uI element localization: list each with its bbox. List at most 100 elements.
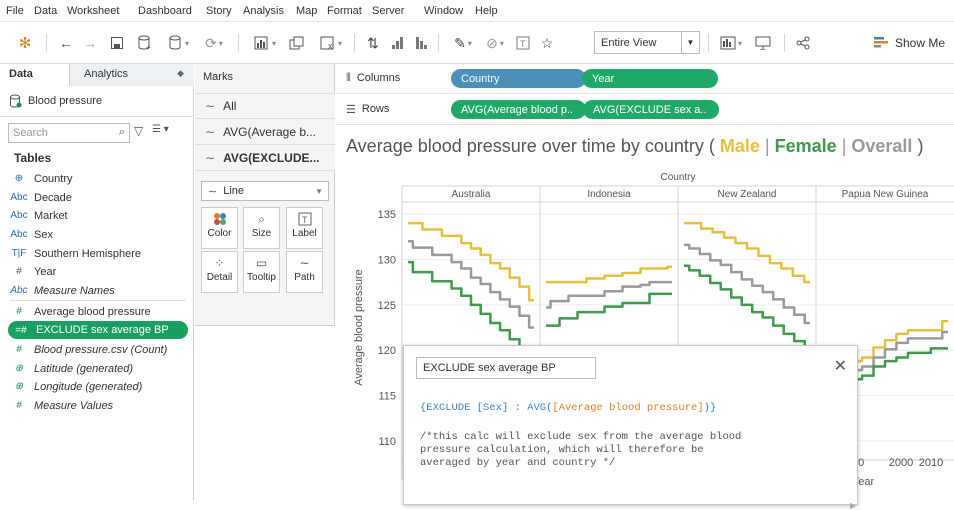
rows-shelf[interactable]: ☰ Rows AVG(Average blood p.. AVG(EXCLUDE … bbox=[336, 95, 954, 125]
size-button[interactable]: ⌕ Size bbox=[243, 207, 280, 249]
share-icon[interactable] bbox=[792, 32, 814, 54]
series-line-male bbox=[408, 221, 534, 302]
calc-formula[interactable]: {EXCLUDE [Sex] : AVG([Average blood pres… bbox=[420, 402, 716, 414]
menu-analysis[interactable]: Analysis bbox=[243, 5, 284, 17]
duplicate-icon[interactable] bbox=[286, 32, 308, 54]
view-options-icon[interactable]: ☰ ▾ bbox=[152, 124, 169, 135]
swap-icon[interactable]: ⇅ bbox=[362, 32, 384, 54]
field-measure-values[interactable]: # Measure Values bbox=[10, 397, 113, 414]
menu-server[interactable]: Server bbox=[372, 5, 404, 17]
field-country[interactable]: ⊕ Country bbox=[10, 170, 73, 187]
calc-hash-icon: =# bbox=[15, 324, 27, 336]
tab-analytics[interactable]: Analytics ◆ bbox=[70, 64, 194, 86]
tab-data[interactable]: Data bbox=[0, 64, 70, 86]
refresh-icon[interactable]: ⟳ ▾ bbox=[198, 32, 230, 54]
field-southern-hemisphere[interactable]: T|F Southern Hemisphere bbox=[10, 245, 141, 262]
hash-icon: # bbox=[16, 400, 22, 411]
menu-story[interactable]: Story bbox=[206, 5, 232, 17]
highlight-icon[interactable]: ✎ ▾ bbox=[448, 32, 478, 54]
menu-format[interactable]: Format bbox=[327, 5, 362, 17]
calculation-dialog[interactable]: EXCLUDE sex average BP ✕ {EXCLUDE [Sex] … bbox=[403, 345, 858, 510]
mark-type-dropdown[interactable]: ∼ Line ▼ bbox=[201, 181, 329, 201]
pause-updates-icon[interactable]: ▾ bbox=[164, 32, 194, 54]
rows-pill-avg-bp[interactable]: AVG(Average blood p.. bbox=[451, 100, 586, 119]
marks-card-avg-bp[interactable]: ∼ AVG(Average b... bbox=[195, 119, 335, 145]
globe-icon: ⊕ bbox=[14, 363, 24, 374]
fit-dropdown[interactable]: Entire View ▼ bbox=[594, 31, 700, 54]
forward-icon[interactable]: → bbox=[80, 32, 100, 54]
field-measure-names[interactable]: Abc Measure Names bbox=[10, 282, 115, 299]
show-labels-icon[interactable]: T bbox=[512, 32, 534, 54]
tableau-logo-icon[interactable]: ✻ bbox=[12, 32, 38, 54]
close-icon[interactable]: ✕ bbox=[834, 356, 847, 376]
menu-data[interactable]: Data bbox=[34, 5, 57, 17]
hash-icon: # bbox=[16, 344, 22, 355]
menu-help[interactable]: Help bbox=[475, 5, 498, 17]
show-cards-icon[interactable]: ▾ bbox=[714, 32, 748, 54]
columns-pill-country[interactable]: Country bbox=[451, 69, 586, 88]
field-sex[interactable]: Abc Sex bbox=[10, 226, 53, 243]
field-longitude[interactable]: ⊕ Longitude (generated) bbox=[10, 378, 142, 395]
clear-sheet-icon[interactable]: x ▾ bbox=[314, 32, 348, 54]
tooltip-button[interactable]: ▭ Tooltip bbox=[243, 251, 280, 293]
pane-menu-icon[interactable]: ◆ bbox=[177, 68, 184, 79]
columns-pill-year[interactable]: Year bbox=[582, 69, 718, 88]
label-icon: T bbox=[287, 212, 322, 228]
field-year[interactable]: # Year bbox=[10, 263, 56, 280]
new-datasource-icon[interactable]: + bbox=[134, 32, 156, 54]
marks-card-exclude[interactable]: ∼ AVG(EXCLUDE... bbox=[195, 145, 335, 171]
filter-icon[interactable]: ▽ bbox=[134, 124, 143, 138]
title-close: ) bbox=[917, 136, 924, 156]
sort-ascending-icon[interactable] bbox=[386, 32, 408, 54]
field-latitude[interactable]: ⊕ Latitude (generated) bbox=[10, 360, 133, 377]
field-average-blood-pressure[interactable]: # Average blood pressure bbox=[10, 303, 150, 320]
group-members-icon[interactable]: ⊘ ▾ bbox=[480, 32, 510, 54]
color-button[interactable]: Color bbox=[201, 207, 238, 249]
marks-card-all[interactable]: ∼ All bbox=[195, 93, 335, 119]
globe-icon: ⊕ bbox=[14, 381, 24, 392]
menu-dashboard[interactable]: Dashboard bbox=[138, 5, 192, 17]
expand-icon[interactable]: ▶ bbox=[850, 501, 856, 510]
datasource-item[interactable]: Blood pressure bbox=[10, 94, 102, 108]
pin-icon[interactable]: ☆ bbox=[536, 32, 558, 54]
sort-descending-icon[interactable] bbox=[410, 32, 432, 54]
menu-window[interactable]: Window bbox=[424, 5, 463, 17]
field-decade[interactable]: Abc Decade bbox=[10, 189, 72, 206]
new-worksheet-icon[interactable]: ▾ bbox=[248, 32, 282, 54]
field-exclude-sex-average-bp[interactable]: =# EXCLUDE sex average BP bbox=[8, 321, 188, 339]
rows-pill-exclude[interactable]: AVG(EXCLUDE sex a.. bbox=[583, 100, 719, 119]
menu-bar: File Data Worksheet Dashboard Story Anal… bbox=[0, 0, 954, 22]
x-tick-label: 2000 bbox=[889, 457, 913, 469]
presentation-mode-icon[interactable] bbox=[752, 32, 774, 54]
country-header-label: New Zealand bbox=[718, 189, 777, 200]
field-market[interactable]: Abc Market bbox=[10, 207, 67, 224]
rows-label: Rows bbox=[361, 103, 390, 115]
formula-dimension: [Sex] bbox=[476, 402, 509, 414]
menu-map[interactable]: Map bbox=[296, 5, 317, 17]
search-input[interactable]: Search ⌕ bbox=[8, 123, 130, 143]
field-label: Measure Names bbox=[34, 284, 115, 297]
save-icon[interactable] bbox=[106, 32, 128, 54]
columns-label: Columns bbox=[356, 72, 401, 84]
svg-text:x: x bbox=[328, 41, 333, 50]
field-label: Country bbox=[34, 172, 73, 185]
series-line-male bbox=[546, 265, 672, 284]
show-me-button[interactable]: Show Me bbox=[874, 32, 945, 54]
columns-shelf[interactable]: ⦀ Columns Country Year bbox=[336, 64, 954, 94]
back-icon[interactable]: ← bbox=[56, 32, 76, 54]
menu-file[interactable]: File bbox=[6, 5, 24, 17]
svg-text:+: + bbox=[146, 43, 151, 51]
detail-button[interactable]: ⁘ Detail bbox=[201, 251, 238, 293]
hash-icon: # bbox=[16, 306, 22, 317]
label-button[interactable]: T Label bbox=[286, 207, 323, 249]
path-button[interactable]: ∼ Path bbox=[286, 251, 323, 293]
chevron-down-icon: ▼ bbox=[681, 32, 699, 53]
abc-icon: Abc bbox=[10, 192, 28, 203]
y-axis: 110 115 120 125 130 135 bbox=[378, 209, 396, 448]
columns-icon: ⦀ bbox=[346, 71, 351, 84]
menu-worksheet[interactable]: Worksheet bbox=[67, 5, 119, 17]
button-label: Label bbox=[292, 228, 317, 239]
svg-text:T: T bbox=[302, 215, 308, 225]
field-count[interactable]: # Blood pressure.csv (Count) bbox=[10, 341, 167, 358]
calc-name-input[interactable]: EXCLUDE sex average BP bbox=[416, 357, 596, 379]
